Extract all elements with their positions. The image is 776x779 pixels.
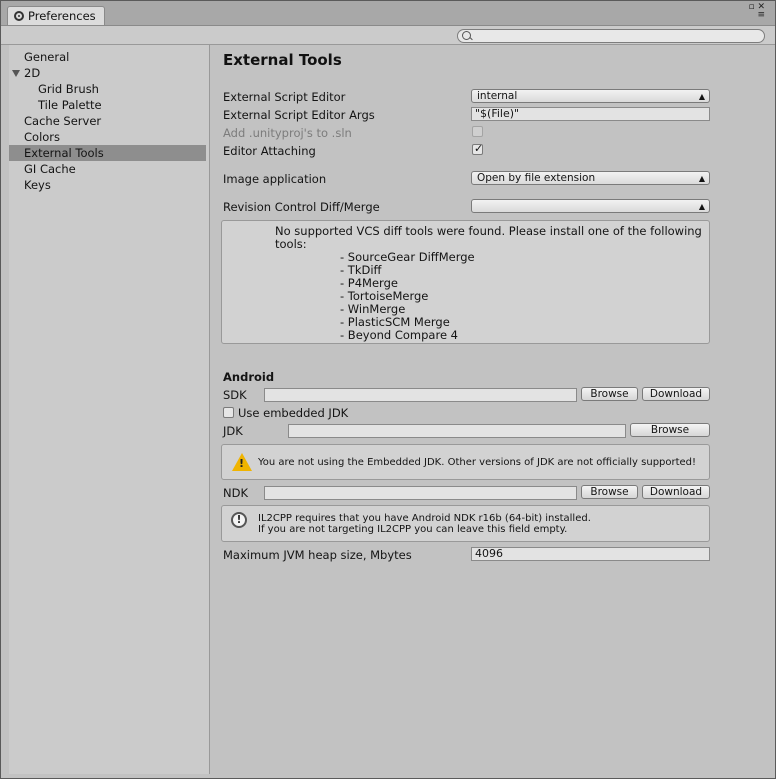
vcs-tool-item: - TkDiff (340, 263, 382, 277)
vcs-message-line: tools: (275, 237, 307, 251)
vcs-help-box: No supported VCS diff tools were found. … (221, 220, 710, 344)
jdk-browse-button[interactable]: Browse (630, 423, 710, 437)
vcs-tool-item: - PlasticSCM Merge (340, 315, 450, 329)
script-editor-args-input[interactable]: "$(File)" (471, 107, 710, 121)
vcs-tool-item: - WinMerge (340, 302, 406, 316)
sidebar-item-gi-cache[interactable]: GI Cache (9, 161, 206, 177)
use-embedded-jdk-checkbox[interactable] (223, 407, 234, 418)
search-icon (462, 31, 471, 40)
sidebar-item-grid-brush[interactable]: Grid Brush (9, 81, 206, 97)
script-editor-args-label: External Script Editor Args (223, 108, 375, 122)
sidebar-item-label: GI Cache (24, 162, 76, 176)
editor-attaching-checkbox[interactable]: ✓ (472, 142, 484, 155)
sidebar-item-2d[interactable]: 2D (9, 65, 206, 81)
sidebar-item-label: 2D (24, 66, 41, 80)
ndk-browse-button[interactable]: Browse (581, 485, 638, 499)
sdk-download-button[interactable]: Download (642, 387, 710, 401)
dropdown-arrow-icon: ▲ (698, 174, 705, 183)
editor-attaching-label: Editor Attaching (223, 144, 316, 158)
page-title: External Tools (223, 51, 342, 69)
ndk-info-line: IL2CPP requires that you have Android ND… (258, 513, 591, 524)
jdk-path-input[interactable] (288, 424, 626, 438)
jdk-warning-box: ! You are not using the Embedded JDK. Ot… (221, 444, 710, 480)
gear-icon (14, 11, 24, 21)
jvm-heap-label: Maximum JVM heap size, Mbytes (223, 548, 412, 562)
ndk-info-line: If you are not targeting IL2CPP you can … (258, 524, 568, 535)
ndk-download-button[interactable]: Download (642, 485, 710, 499)
android-section-title: Android (223, 370, 275, 384)
sidebar-item-label: Colors (24, 130, 61, 144)
search-field[interactable] (457, 29, 765, 43)
vcs-tool-item: - Beyond Compare 4 (340, 328, 458, 342)
tab-strip: Preferences ▫ ✕ ≡ (1, 1, 775, 26)
revision-control-label: Revision Control Diff/Merge (223, 200, 380, 214)
vcs-tool-item: - SourceGear DiffMerge (340, 250, 475, 264)
script-editor-value: internal (477, 90, 518, 102)
image-app-label: Image application (223, 172, 327, 186)
add-unityproj-checkbox[interactable] (472, 126, 483, 137)
warning-mark: ! (239, 457, 245, 470)
sdk-browse-button[interactable]: Browse (581, 387, 638, 401)
script-editor-dropdown[interactable]: internal ▲ (471, 89, 710, 103)
vcs-tool-item: - TortoiseMerge (340, 289, 429, 303)
jdk-warning-text: You are not using the Embedded JDK. Othe… (258, 457, 697, 468)
preferences-tab-label: Preferences (28, 9, 96, 23)
use-embedded-jdk-label: Use embedded JDK (238, 406, 349, 420)
sidebar-item-label: General (24, 50, 70, 64)
sdk-label: SDK (223, 388, 247, 402)
ndk-label: NDK (223, 486, 248, 500)
sidebar: General 2D Grid Brush Tile Palette Cache… (9, 45, 210, 774)
sidebar-item-label: Tile Palette (38, 98, 102, 112)
sidebar-item-tile-palette[interactable]: Tile Palette (9, 97, 206, 113)
info-icon: ! (231, 512, 247, 528)
sidebar-item-label: Keys (24, 178, 51, 192)
revision-control-dropdown[interactable]: ▲ (471, 199, 710, 213)
jvm-heap-input[interactable]: 4096 (471, 547, 710, 561)
checkmark-icon: ✓ (474, 142, 484, 155)
sidebar-item-general[interactable]: General (9, 49, 206, 65)
window-controls[interactable]: ▫ ✕ ≡ (745, 3, 765, 23)
script-editor-label: External Script Editor (223, 90, 346, 104)
sidebar-item-keys[interactable]: Keys (9, 177, 206, 193)
dropdown-arrow-icon: ▲ (698, 202, 705, 211)
preferences-tab[interactable]: Preferences (7, 6, 105, 25)
preferences-window: Preferences ▫ ✕ ≡ General 2D Grid Brush … (0, 0, 776, 779)
sidebar-item-external-tools[interactable]: External Tools (9, 145, 206, 161)
ndk-info-box: ! IL2CPP requires that you have Android … (221, 505, 710, 542)
image-app-dropdown[interactable]: Open by file extension ▲ (471, 171, 710, 185)
image-app-value: Open by file extension (477, 172, 596, 184)
vcs-message-line: No supported VCS diff tools were found. … (275, 224, 702, 238)
sdk-path-input[interactable] (264, 388, 577, 402)
sidebar-item-cache-server[interactable]: Cache Server (9, 113, 206, 129)
sidebar-item-label: External Tools (24, 146, 104, 160)
sidebar-item-colors[interactable]: Colors (9, 129, 206, 145)
ndk-path-input[interactable] (264, 486, 577, 500)
menu-icon[interactable]: ≡ (745, 11, 765, 20)
expand-triangle-icon[interactable] (12, 70, 20, 77)
vcs-tool-item: - P4Merge (340, 276, 398, 290)
content-panel: External Tools External Script Editor in… (210, 45, 775, 774)
toolbar (1, 26, 775, 45)
sidebar-item-label: Grid Brush (38, 82, 99, 96)
jdk-label: JDK (223, 424, 243, 438)
add-unityproj-label: Add .unityproj's to .sln (223, 126, 352, 140)
sidebar-item-label: Cache Server (24, 114, 102, 128)
dropdown-arrow-icon: ▲ (698, 92, 705, 101)
